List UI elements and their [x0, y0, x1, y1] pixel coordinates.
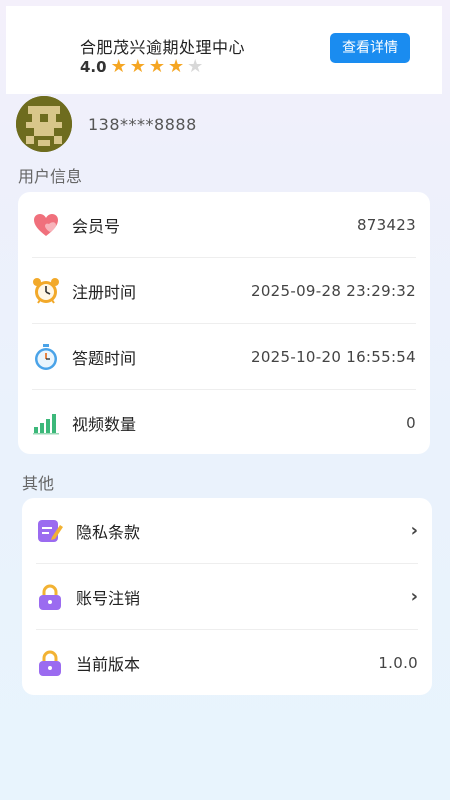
list-item-member-id: 会员号 873423	[32, 192, 416, 258]
profile-row: 138****8888	[16, 96, 197, 152]
star-icon: ★	[168, 56, 185, 77]
ad-banner[interactable]: 合肥茂兴逾期处理中心 4.0 ★ ★ ★ ★ ★ 查看详情	[6, 6, 442, 94]
delete-account-label: 账号注销	[76, 588, 141, 608]
list-item-version: 当前版本 1.0.0	[36, 630, 418, 695]
register-time-label: 注册时间	[72, 282, 137, 302]
member-id-label: 会员号	[72, 216, 121, 236]
chevron-right-icon: ›	[410, 520, 418, 541]
version-value: 1.0.0	[378, 653, 418, 672]
answer-time-label: 答题时间	[72, 348, 137, 368]
list-item-privacy[interactable]: 隐私条款 ›	[36, 498, 418, 564]
video-count-value: 0	[406, 413, 416, 432]
heart-icon	[32, 211, 60, 239]
star-empty-icon: ★	[187, 56, 204, 77]
register-time-value: 2025-09-28 23:29:32	[250, 281, 416, 300]
other-card: 隐私条款 › 账号注销 › 当前版本 1.0.0	[22, 498, 432, 695]
avatar[interactable]	[16, 96, 72, 152]
section-title-other: 其他	[22, 474, 55, 493]
version-label: 当前版本	[76, 654, 141, 674]
user-info-card: 会员号 873423 注册时间 2025-09-28 23:29:32 答题时间…	[18, 192, 430, 454]
bar-chart-icon	[32, 409, 60, 437]
star-icon: ★	[129, 56, 146, 77]
lock-icon	[36, 583, 64, 611]
stopwatch-icon	[32, 343, 60, 371]
answer-time-value: 2025-10-20 16:55:54	[250, 347, 416, 366]
star-icon: ★	[110, 56, 127, 77]
ad-rating-row: 4.0 ★ ★ ★ ★ ★	[80, 56, 206, 77]
star-icon: ★	[148, 56, 165, 77]
list-item-register-time: 注册时间 2025-09-28 23:29:32	[32, 258, 416, 324]
ad-title: 合肥茂兴逾期处理中心	[80, 38, 246, 57]
alarm-clock-icon	[32, 277, 60, 305]
list-item-video-count: 视频数量 0	[32, 390, 416, 455]
video-count-label: 视频数量	[72, 414, 137, 434]
phone-number: 138****8888	[88, 114, 197, 134]
view-details-button[interactable]: 查看详情	[330, 33, 410, 63]
member-id-value: 873423	[356, 215, 416, 234]
list-item-delete-account[interactable]: 账号注销 ›	[36, 564, 418, 630]
list-item-answer-time: 答题时间 2025-10-20 16:55:54	[32, 324, 416, 390]
ad-rating-value: 4.0	[80, 58, 107, 76]
document-edit-icon	[36, 517, 64, 545]
chevron-right-icon: ›	[410, 586, 418, 607]
privacy-label: 隐私条款	[76, 522, 141, 542]
lock-icon	[36, 649, 64, 677]
section-title-user-info: 用户信息	[18, 167, 83, 186]
